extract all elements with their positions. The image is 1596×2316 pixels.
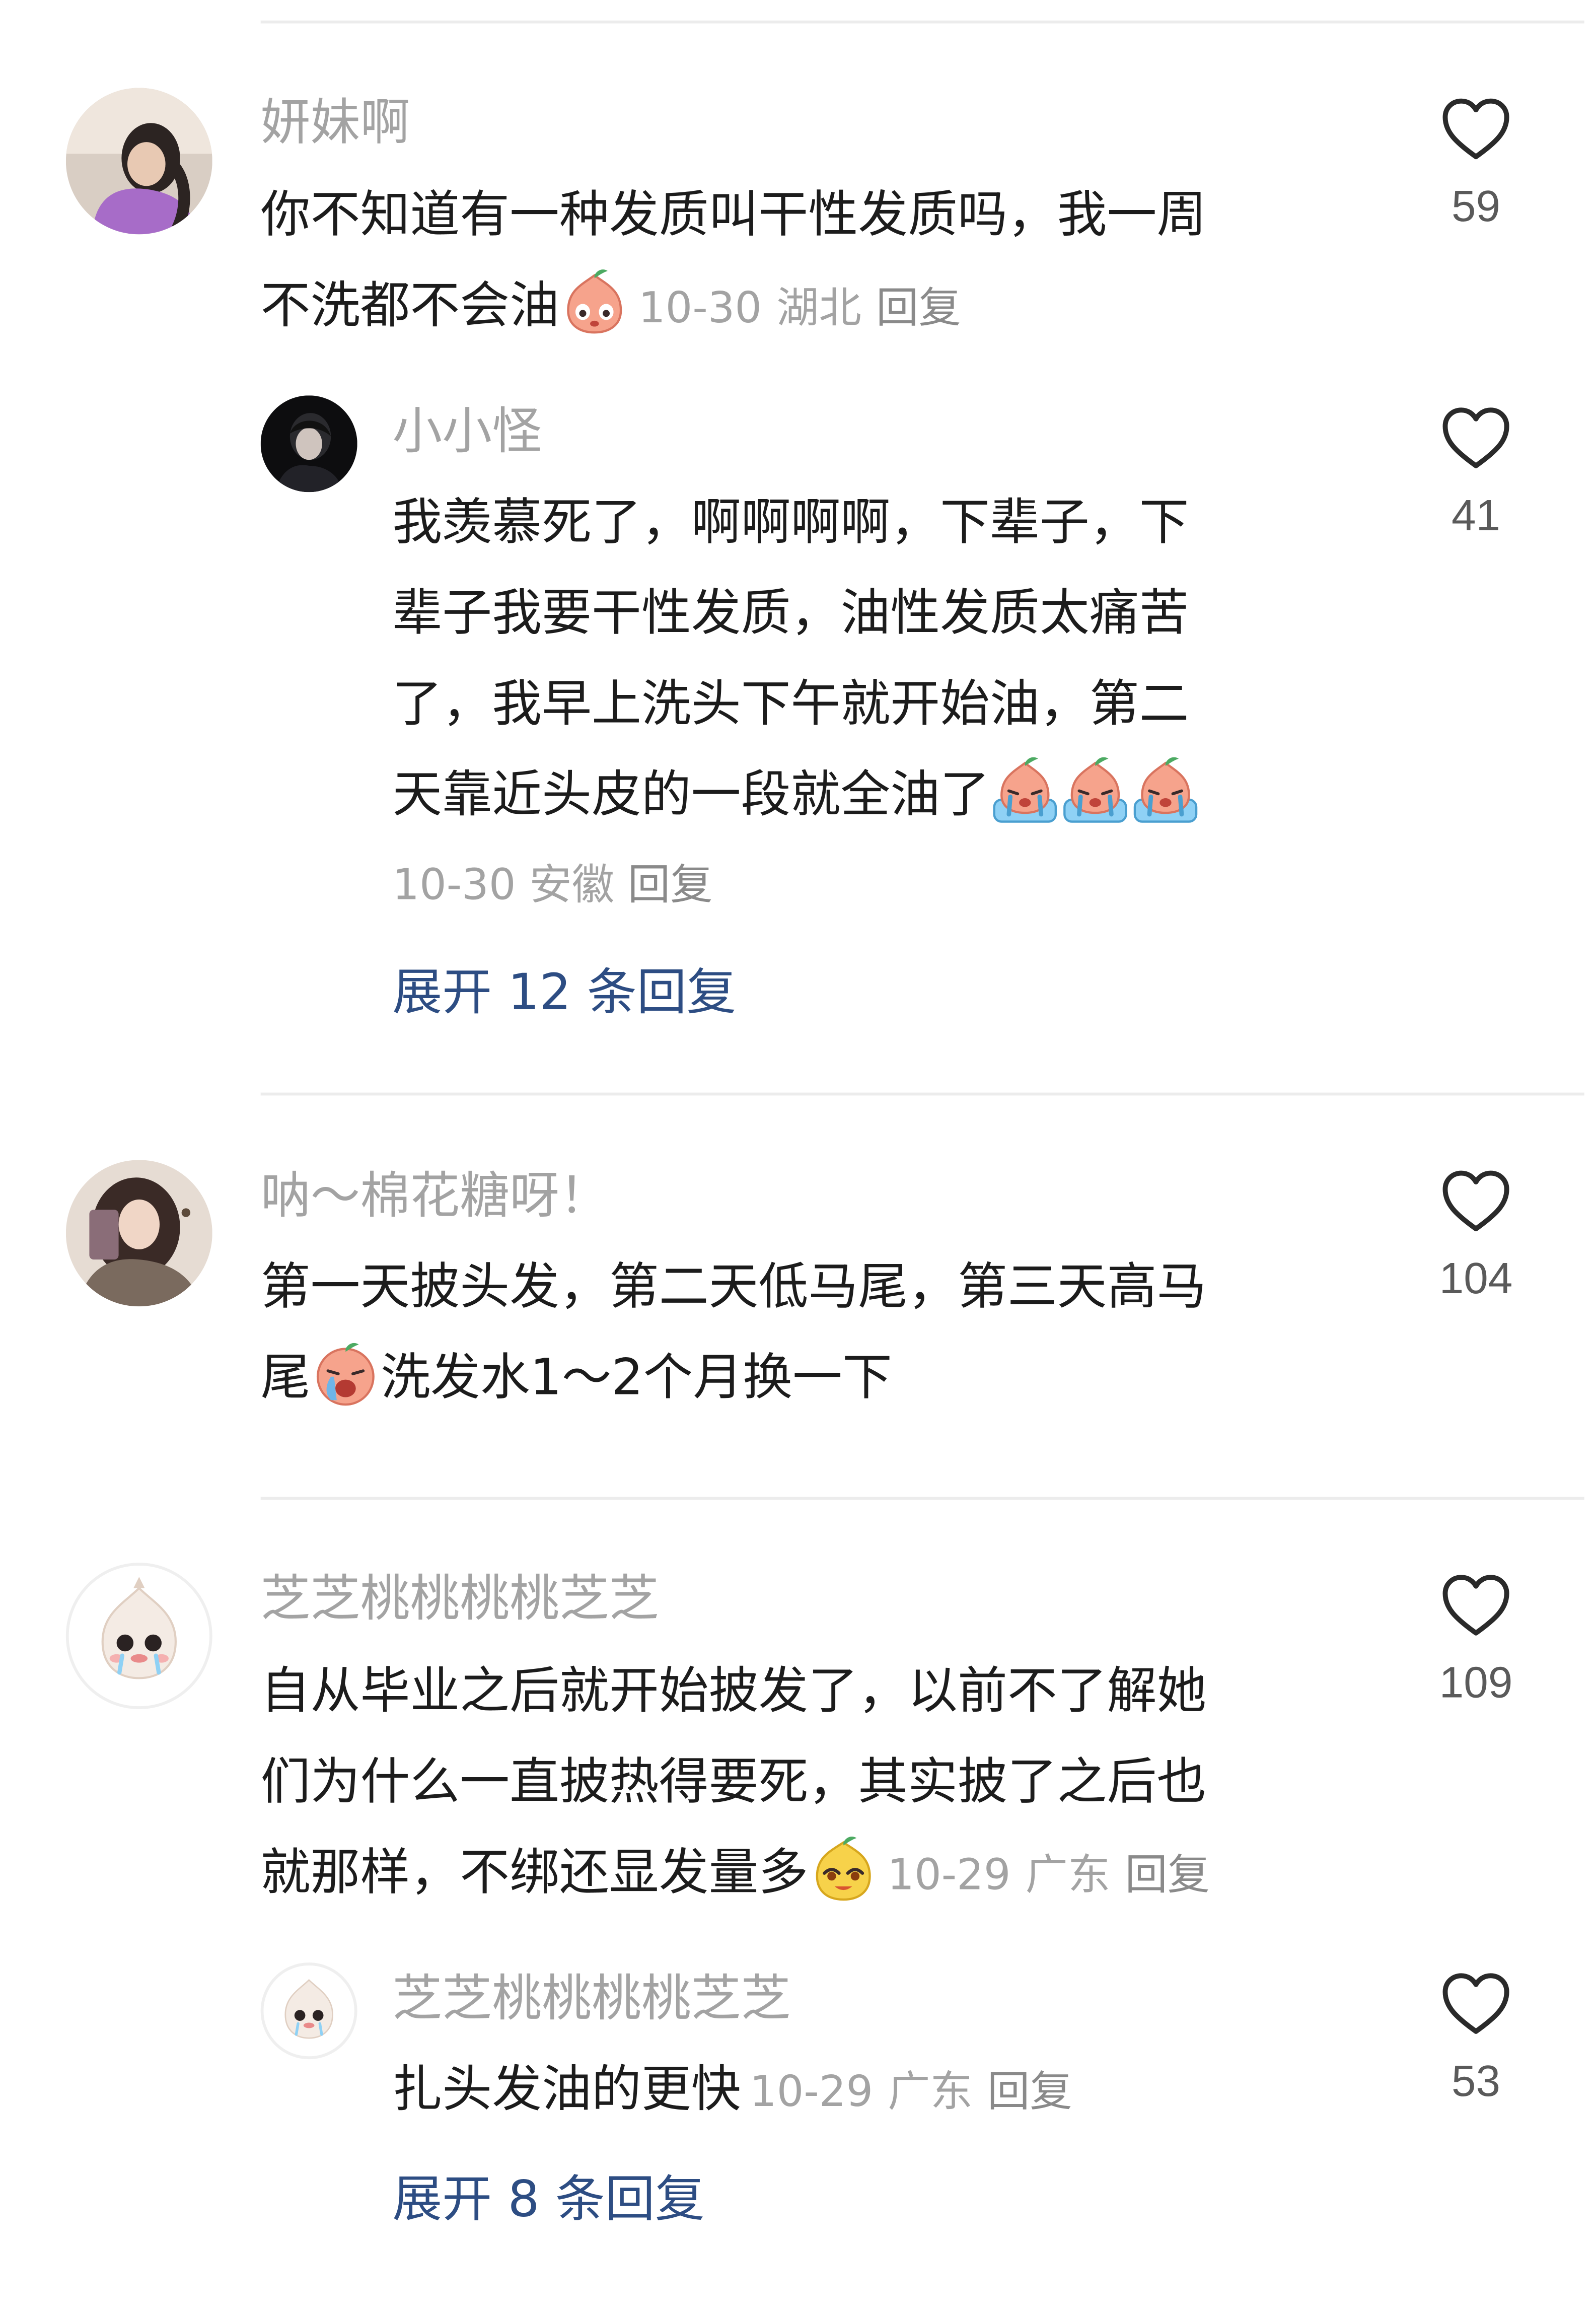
- reply-username[interactable]: 芝芝桃桃桃桃芝芝: [392, 1970, 790, 2028]
- crying-peach-emoji: [1060, 756, 1131, 826]
- like-button[interactable]: 59: [1417, 97, 1535, 234]
- smug-peach-emoji: [808, 1834, 879, 1904]
- comment-text-line: 不洗都不会油 10-30 湖北 回复: [261, 261, 1207, 353]
- heart-icon: [1441, 97, 1511, 161]
- comment-list: 妍妹啊 你不知道有一种发质叫干性发质吗，我一周 不洗都不会油 10-30 湖北 回复 …: [0, 0, 1596, 2315]
- heart-icon: [1441, 1972, 1511, 2036]
- comment-date: 10-30: [638, 283, 762, 333]
- comment-text-span: 不洗都不会油: [260, 276, 559, 336]
- reply-text: 我羡慕死了，啊啊啊啊，下辈子，下 辈子我要干性发质，油性发质太痛苦 了，我早上洗…: [392, 477, 1200, 840]
- comment-username[interactable]: 芝芝桃桃桃桃芝芝: [261, 1570, 659, 1629]
- reply-button[interactable]: 回复: [628, 860, 713, 909]
- comment-username[interactable]: 妍妹啊: [261, 94, 410, 152]
- comment-text-line: 自从毕业之后就开始披发了，以前不了解她: [260, 1662, 1207, 1721]
- like-count: 104: [1439, 1255, 1513, 1304]
- comment-text-line: 们为什么一直披热得要死，其实披了之后也: [260, 1753, 1207, 1812]
- reply-meta: 10-30 安徽 回复: [392, 855, 712, 914]
- comment-divider: [260, 1497, 1584, 1500]
- heart-icon: [1441, 1573, 1511, 1638]
- comment-text-line: 你不知道有一种发质叫干性发质吗，我一周: [260, 186, 1207, 245]
- top-divider: [260, 20, 1584, 24]
- expand-replies-button[interactable]: 展开 8 条回复: [392, 2170, 704, 2229]
- comment-text-line: 第一天披头发，第二天低马尾，第三天高马: [260, 1258, 1207, 1317]
- comment-text-line: 就那样，不绑还显发量多 10-29 广东 回复: [261, 1828, 1225, 1920]
- like-count: 59: [1452, 183, 1501, 232]
- like-count: 109: [1439, 1659, 1513, 1708]
- like-count: 53: [1452, 2058, 1501, 2107]
- like-button[interactable]: 109: [1417, 1573, 1535, 1711]
- reply-button[interactable]: 回复: [987, 2067, 1072, 2117]
- comment-location: 广东: [1025, 1850, 1111, 1900]
- comment-username[interactable]: 呐～棉花糖呀！: [261, 1167, 609, 1226]
- comment-meta: 10-29 广东 回复: [887, 1850, 1224, 1900]
- reply-text-line: 我羡慕死了，啊啊啊啊，下辈子，下: [392, 494, 1189, 552]
- reply-text-span: 扎头发油的更快: [392, 2060, 741, 2120]
- like-count: 41: [1452, 492, 1501, 541]
- comment-divider: [260, 1092, 1584, 1096]
- comment-text-line: 尾 洗发水1～2个月换一下: [261, 1333, 1207, 1424]
- reply-date: 10-30: [392, 860, 516, 910]
- comment-meta: 10-30 湖北 回复: [638, 283, 976, 332]
- comment-text: 第一天披头发，第二天低马尾，第三天高马 尾 洗发水1～2个月换一下: [261, 1242, 1207, 1424]
- crying-face-emoji: [311, 1339, 381, 1409]
- avatar[interactable]: [65, 88, 212, 235]
- reply-button[interactable]: 回复: [1125, 1850, 1210, 1900]
- sweat-peach-emoji: [559, 266, 630, 337]
- avatar[interactable]: [260, 395, 357, 493]
- comment-text: 自从毕业之后就开始披发了，以前不了解她 们为什么一直披热得要死，其实披了之后也 …: [261, 1646, 1225, 1920]
- reply-location: 安徽: [529, 860, 615, 910]
- reply-date: 10-29: [750, 2066, 874, 2117]
- comment-text-span: 尾: [260, 1349, 311, 1408]
- avatar[interactable]: [260, 1962, 357, 2060]
- heart-icon: [1441, 1169, 1511, 1233]
- reply-text-line: 了，我早上洗头下午就开始油，第二: [392, 675, 1189, 734]
- reply-text-span: 天靠近头皮的一段就全油了: [392, 766, 990, 825]
- comment-text: 你不知道有一种发质叫干性发质吗，我一周 不洗都不会油 10-30 湖北 回复: [261, 170, 1207, 353]
- comment-text-span: 洗发水1～2个月换一下: [381, 1349, 892, 1408]
- crying-peach-emoji: [990, 756, 1060, 826]
- like-button[interactable]: 41: [1417, 406, 1535, 543]
- comment-date: 10-29: [887, 1850, 1011, 1900]
- reply-text-line: 扎头发油的更快 10-29 广东 回复: [392, 2045, 1086, 2137]
- reply-text-line: 天靠近头皮的一段就全油了: [392, 750, 1200, 840]
- reply-username[interactable]: 小小怪: [392, 403, 542, 461]
- comment-location: 湖北: [776, 283, 861, 333]
- like-button[interactable]: 104: [1417, 1169, 1535, 1306]
- crying-peach-emoji: [1130, 756, 1201, 826]
- reply-button[interactable]: 回复: [876, 283, 961, 332]
- avatar[interactable]: [65, 1563, 212, 1709]
- like-button[interactable]: 53: [1417, 1972, 1535, 2109]
- reply-location: 广东: [888, 2066, 973, 2117]
- heart-icon: [1441, 406, 1511, 470]
- reply-meta: 10-29 广东 回复: [750, 2067, 1087, 2117]
- reply-text: 扎头发油的更快 10-29 广东 回复: [392, 2045, 1086, 2137]
- expand-replies-button[interactable]: 展开 12 条回复: [392, 964, 736, 1022]
- comment-text-span: 就那样，不绑还显发量多: [260, 1844, 809, 1903]
- reply-text-line: 辈子我要干性发质，油性发质太痛苦: [392, 584, 1189, 643]
- avatar[interactable]: [65, 1160, 212, 1307]
